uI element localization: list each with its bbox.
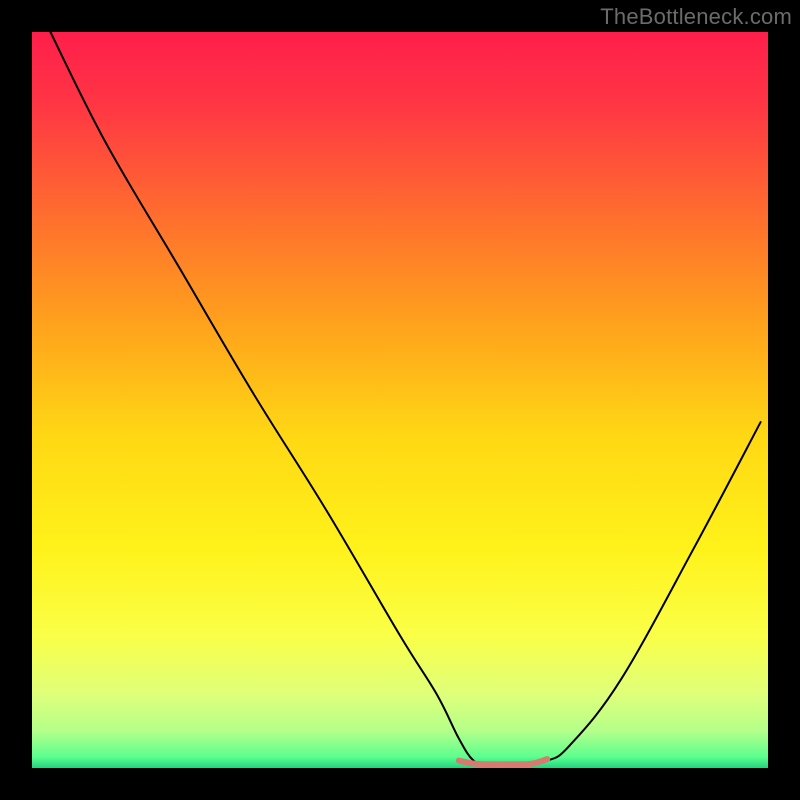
plot-area: [32, 32, 768, 768]
watermark-text: TheBottleneck.com: [600, 4, 792, 30]
chart-container: TheBottleneck.com: [0, 0, 800, 800]
bottleneck-chart: [0, 0, 800, 800]
